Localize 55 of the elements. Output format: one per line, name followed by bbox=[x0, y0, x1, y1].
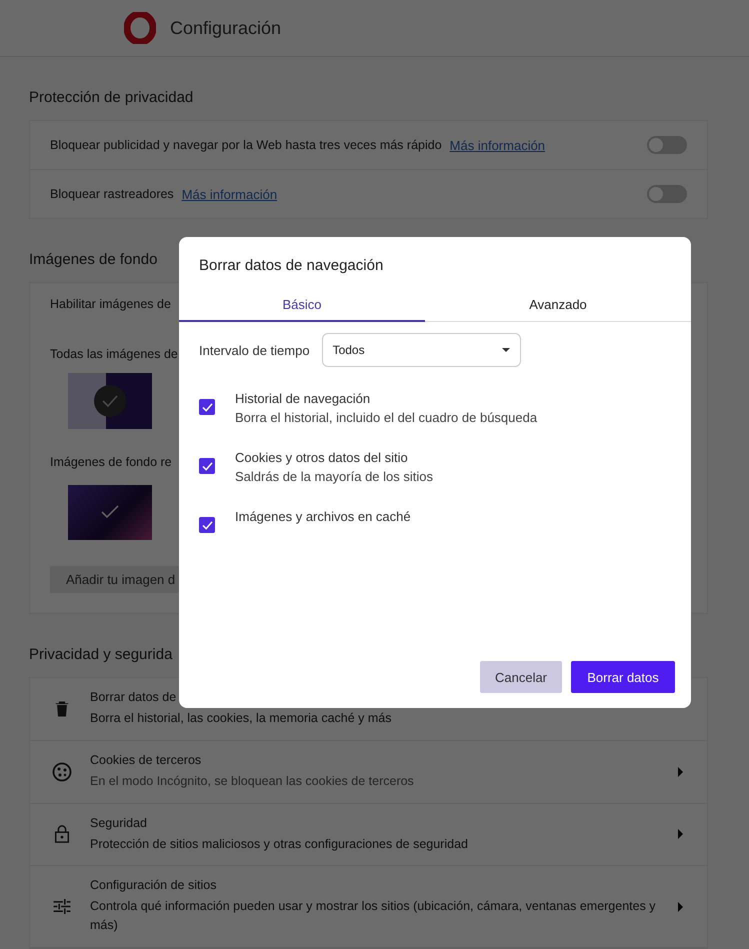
section-title: Protección de privacidad bbox=[29, 89, 194, 106]
settings-row[interactable]: Cookies de terceros En el modo Incógnito, se bloquean las cookies de terceros bbox=[30, 740, 707, 804]
logo-icon bbox=[124, 12, 156, 44]
sliders-icon bbox=[52, 899, 72, 914]
cancel-button[interactable]: Cancelar bbox=[480, 661, 562, 693]
setting-title: Borrar datos de bbox=[90, 690, 176, 704]
toggle-switch[interactable] bbox=[647, 136, 687, 154]
option-label: Cookies y otros datos del sitio bbox=[235, 449, 409, 466]
cookie-icon bbox=[52, 762, 72, 782]
section-title: Imágenes de fondo bbox=[29, 251, 158, 268]
section-title: Privacidad y segurida bbox=[29, 646, 172, 663]
checkbox[interactable] bbox=[199, 458, 215, 474]
dialog-title: Borrar datos de navegación bbox=[199, 257, 384, 274]
option-label: Imágenes y archivos en caché bbox=[235, 508, 411, 525]
wallpaper-thumbnail[interactable] bbox=[68, 373, 152, 429]
setting-title: Cookies de terceros bbox=[90, 752, 202, 767]
toggle-switch[interactable] bbox=[647, 185, 687, 203]
setting-label: Bloquear rastreadores bbox=[50, 187, 174, 201]
option-label: Historial de navegación bbox=[235, 390, 372, 407]
setting-description: Controla qué información pueden usar y mostrar los sitios (ubicación, cámara, ventanas emergentes y más) bbox=[90, 898, 657, 934]
setting-label: Todas las imágenes de bbox=[50, 347, 178, 361]
check-icon bbox=[94, 384, 126, 417]
setting-title: Seguridad bbox=[90, 816, 147, 830]
settings-row[interactable]: Configuración de sitios Controla qué información pueden usar y mostrar los sitios (ubicación, cámara, ventanas emergentes y más) bbox=[30, 866, 707, 948]
setting-label: Imágenes de fondo re bbox=[50, 454, 172, 469]
clear-data-button[interactable]: Borrar datos bbox=[571, 661, 675, 693]
add-image-button[interactable]: Añadir tu imagen d bbox=[50, 566, 179, 593]
tab[interactable]: Avanzado bbox=[425, 288, 691, 322]
wallpaper-thumbnail[interactable] bbox=[68, 484, 152, 540]
more-info-link[interactable]: Más información bbox=[182, 186, 278, 202]
chevron-right-icon bbox=[678, 766, 683, 777]
setting-description: Borra el historial, las cookies, la memoria caché y más bbox=[90, 710, 392, 727]
checkmark-icon bbox=[202, 402, 212, 412]
checkbox[interactable] bbox=[199, 517, 215, 533]
checkbox[interactable] bbox=[199, 399, 215, 415]
check-icon bbox=[101, 505, 119, 520]
setting-description: Protección de sitios maliciosos y otras configuraciones de seguridad bbox=[90, 836, 468, 853]
page-title: Configuración bbox=[170, 18, 282, 38]
dropdown-caret-icon bbox=[502, 348, 510, 352]
checkmark-icon bbox=[202, 462, 212, 470]
chevron-right-icon bbox=[678, 829, 683, 840]
setting-title: Configuración de sitios bbox=[90, 878, 216, 892]
tab[interactable]: Básico bbox=[179, 288, 425, 322]
time-range-dropdown[interactable]: Todos bbox=[322, 333, 521, 367]
checkmark-icon bbox=[202, 520, 212, 530]
lock-icon bbox=[52, 825, 72, 844]
setting-label: Habilitar imágenes de bbox=[50, 297, 171, 311]
field-label: Intervalo de tiempo bbox=[199, 342, 310, 358]
setting-label: Bloquear publicidad y navegar por la Web hasta tres veces más rápido bbox=[50, 138, 442, 152]
setting-description: En el modo Incógnito, se bloquean las cookies de terceros bbox=[90, 772, 414, 790]
option-description: Borra el historial, incluido el del cuadro de búsqueda bbox=[235, 409, 538, 426]
settings-row[interactable]: Seguridad Protección de sitios maliciosos y otras configuraciones de seguridad bbox=[30, 804, 707, 866]
chevron-right-icon bbox=[678, 902, 683, 912]
option-description: Saldrás de la mayoría de los sitios bbox=[235, 468, 433, 485]
more-info-link[interactable]: Más información bbox=[450, 138, 546, 152]
